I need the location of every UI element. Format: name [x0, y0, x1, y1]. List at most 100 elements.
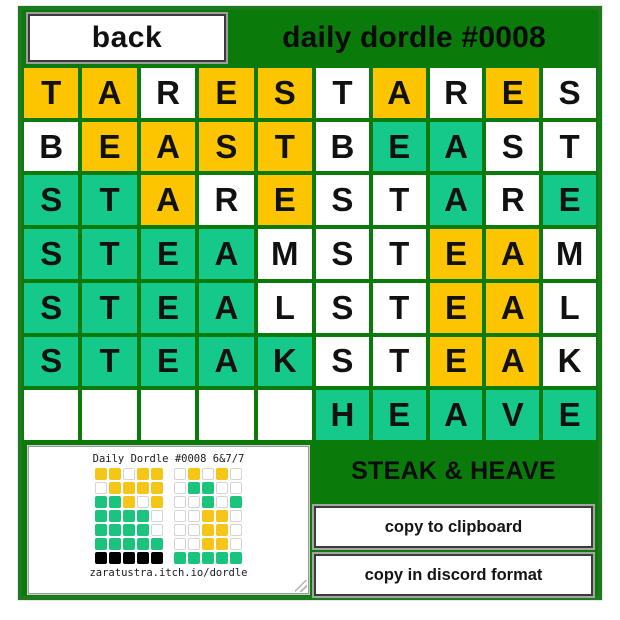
share-emoji-half-right: [174, 552, 242, 564]
tile-right-r4c1: S: [314, 227, 371, 281]
share-square-right-r1c5: [230, 468, 242, 480]
tile-right-r7c1: H: [314, 388, 371, 442]
share-emoji-half-left: [95, 468, 163, 480]
share-textarea[interactable]: Daily Dordle #0008 6&7/7 zaratustra.itch…: [27, 445, 310, 595]
boards-container: TARESBEASTSTARESTEAMSTEALSTEAK TARESBEAS…: [22, 66, 598, 442]
share-square-right-r3c4: [216, 496, 228, 508]
tile-left-r6c3: E: [138, 334, 198, 389]
share-square-right-r1c2: [188, 468, 200, 480]
share-square-left-r5c5: [151, 524, 163, 536]
share-square-right-r6c3: [202, 538, 214, 550]
share-square-left-r5c4: [137, 524, 149, 536]
tile-right-r3c1: S: [314, 173, 371, 228]
tile-left-r4c2: T: [80, 227, 139, 281]
share-square-left-r4c2: [109, 510, 121, 522]
tile-right-r4c4: A: [484, 227, 542, 281]
share-square-right-r5c4: [216, 524, 228, 536]
share-square-left-r3c2: [109, 496, 121, 508]
share-heading: Daily Dordle #0008 6&7/7: [92, 453, 245, 465]
share-square-left-r2c2: [109, 482, 121, 494]
share-square-right-r6c2: [188, 538, 200, 550]
share-square-left-r5c2: [109, 524, 121, 536]
back-button[interactable]: back: [26, 12, 228, 64]
share-square-right-r4c5: [230, 510, 242, 522]
tile-left-r5c2: T: [80, 280, 139, 335]
share-square-left-r3c3: [123, 496, 135, 508]
share-emoji-half-left: [95, 510, 163, 522]
tile-right-r6c1: S: [314, 334, 371, 389]
share-square-left-r1c4: [137, 468, 149, 480]
share-square-right-r4c1: [174, 510, 186, 522]
tile-right-r1c1: T: [314, 66, 371, 120]
tile-left-r5c4: A: [197, 280, 256, 335]
share-square-right-r4c3: [202, 510, 214, 522]
share-emoji-half-right: [174, 482, 242, 494]
board-left: TARESBEASTSTARESTEAMSTEALSTEAK: [22, 66, 314, 442]
share-emoji-row: [95, 538, 242, 550]
share-square-right-r5c1: [174, 524, 186, 536]
tile-right-r7c5: E: [541, 388, 598, 442]
share-emoji-row: [95, 510, 242, 522]
textarea-resize-handle[interactable]: [295, 580, 307, 592]
copy-to-clipboard-label: copy to clipboard: [384, 517, 523, 536]
copy-in-discord-format-button[interactable]: copy in discord format: [312, 552, 595, 598]
share-emoji-row: [95, 496, 242, 508]
share-square-right-r7c3: [202, 552, 214, 564]
tile-right-r5c2: T: [370, 280, 428, 335]
tile-left-r1c1: T: [22, 66, 81, 120]
tile-left-r4c1: S: [22, 227, 81, 281]
share-square-left-r3c1: [95, 496, 107, 508]
tile-right-r3c5: E: [541, 173, 598, 228]
tile-right-r2c3: A: [427, 119, 485, 174]
share-square-left-r4c1: [95, 510, 107, 522]
tile-right-r5c3: E: [427, 280, 485, 335]
tile-left-r6c5: K: [255, 334, 314, 389]
share-square-right-r2c2: [188, 482, 200, 494]
share-square-right-r5c2: [188, 524, 200, 536]
back-button-label: back: [91, 21, 163, 54]
tile-left-r7c5: [255, 388, 314, 442]
tile-right-r6c5: K: [541, 334, 598, 389]
share-square-left-r6c2: [109, 538, 121, 550]
share-footer-url: zaratustra.itch.io/dordle: [89, 567, 248, 579]
share-square-right-r2c1: [174, 482, 186, 494]
share-square-right-r3c2: [188, 496, 200, 508]
tile-right-r6c4: A: [484, 334, 542, 389]
tile-right-r1c5: S: [541, 66, 598, 120]
tile-left-r3c4: R: [197, 173, 256, 228]
tile-left-r3c2: T: [80, 173, 139, 228]
share-square-right-r1c3: [202, 468, 214, 480]
tile-right-r5c4: A: [484, 280, 542, 335]
share-square-right-r1c4: [216, 468, 228, 480]
tile-left-r6c1: S: [22, 334, 81, 389]
tile-left-r2c3: A: [138, 119, 198, 174]
share-square-left-r4c3: [123, 510, 135, 522]
share-square-right-r3c3: [202, 496, 214, 508]
tile-left-r4c4: A: [197, 227, 256, 281]
share-emoji-half-right: [174, 468, 242, 480]
share-emoji-half-right: [174, 496, 242, 508]
share-square-right-r4c2: [188, 510, 200, 522]
copy-in-discord-format-label: copy in discord format: [364, 565, 543, 584]
tile-left-r4c5: M: [255, 227, 314, 281]
board-right: TARESBEASTSTARESTEAMSTEALSTEAKHEAVE: [314, 66, 598, 442]
share-emoji-half-left: [95, 552, 163, 564]
copy-to-clipboard-button[interactable]: copy to clipboard: [312, 504, 595, 550]
tile-right-r7c4: V: [484, 388, 542, 442]
tile-right-r5c5: L: [541, 280, 598, 335]
share-square-left-r1c5: [151, 468, 163, 480]
tile-right-r7c2: E: [370, 388, 428, 442]
tile-right-r3c3: A: [427, 173, 485, 228]
tile-left-r2c2: E: [80, 119, 139, 174]
tile-left-r5c1: S: [22, 280, 81, 335]
share-square-left-r3c4: [137, 496, 149, 508]
share-square-right-r7c4: [216, 552, 228, 564]
tile-right-r4c2: T: [370, 227, 428, 281]
tile-right-r6c3: E: [427, 334, 485, 389]
share-square-right-r5c3: [202, 524, 214, 536]
share-square-right-r5c5: [230, 524, 242, 536]
share-square-left-r5c1: [95, 524, 107, 536]
share-square-right-r2c4: [216, 482, 228, 494]
share-square-left-r7c3: [123, 552, 135, 564]
share-square-right-r3c1: [174, 496, 186, 508]
